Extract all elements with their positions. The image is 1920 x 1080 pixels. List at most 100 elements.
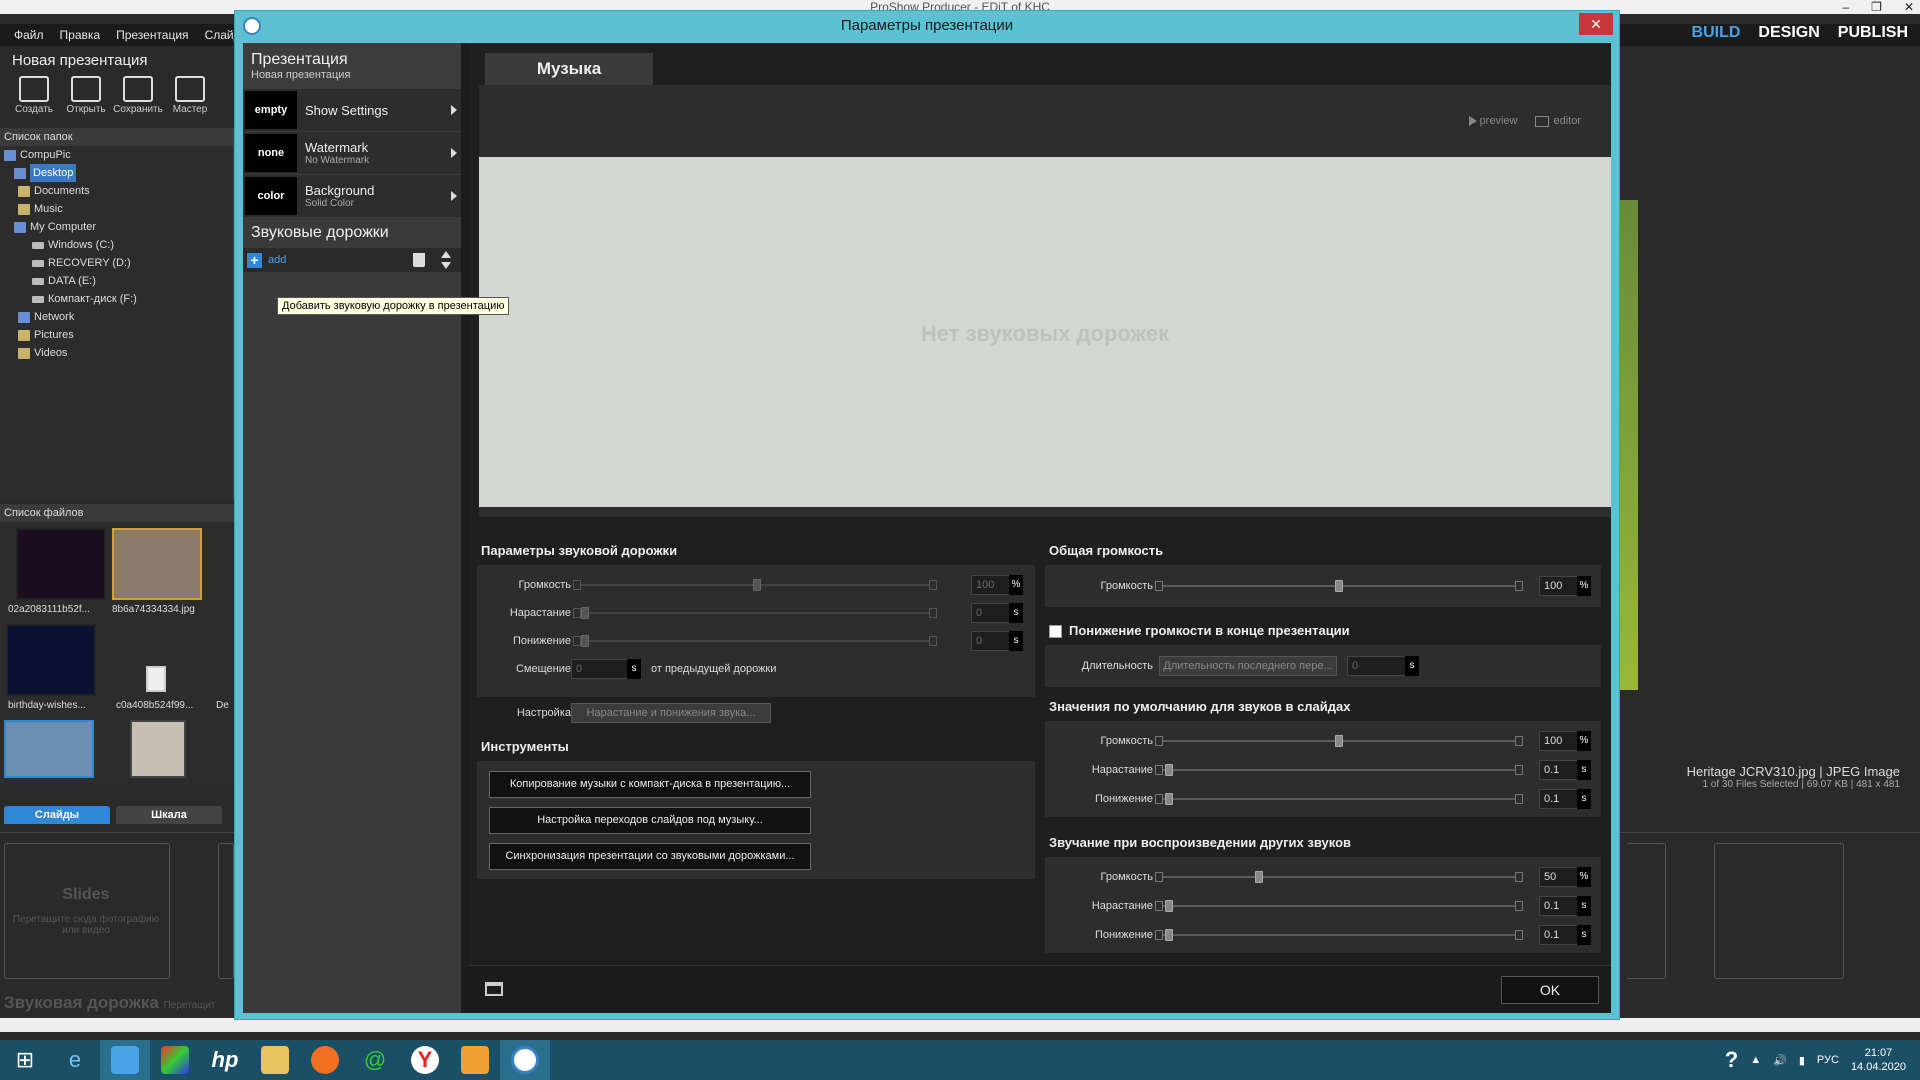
reorder-arrows-icon[interactable] (441, 251, 451, 269)
help-icon[interactable]: ? (1725, 1047, 1738, 1073)
file-explorer-icon[interactable] (250, 1040, 300, 1080)
fade-adjust-button[interactable]: Нарастание и понижения звука... (571, 703, 771, 723)
tray-overflow-icon[interactable]: ▲ (1750, 1054, 1761, 1066)
file-thumbnail[interactable] (16, 528, 106, 600)
drive-f[interactable]: Компакт-диск (F:) (0, 290, 233, 308)
slide-fadeout-slider[interactable] (1155, 793, 1523, 805)
folder-pictures[interactable]: Pictures (0, 326, 233, 344)
folder-music[interactable]: Music (0, 200, 233, 218)
folder-desktop[interactable]: Desktop (0, 164, 233, 182)
menu-show[interactable]: Презентация (116, 28, 189, 42)
sync-show-button[interactable]: Синхронизация презентации со звуковыми д… (489, 843, 811, 870)
slide-fadein-input[interactable]: 0.1 (1539, 760, 1579, 780)
drive-e[interactable]: DATA (E:) (0, 272, 233, 290)
volume-icon[interactable]: 🔊 (1773, 1054, 1787, 1067)
add-audio-track-button[interactable]: add (268, 254, 286, 266)
audio-waveform-area[interactable]: Нет звуковых дорожек (479, 157, 1611, 507)
other-volume-input[interactable]: 50 (1539, 867, 1579, 887)
preview-link[interactable]: preview (1468, 115, 1517, 127)
close-icon[interactable]: ✕ (1904, 0, 1914, 14)
firefox-icon[interactable] (300, 1040, 350, 1080)
fade-end-checkbox[interactable] (1049, 625, 1062, 638)
tab-timeline[interactable]: Шкала (116, 806, 222, 824)
clock[interactable]: 21:07 14.04.2020 (1851, 1046, 1906, 1074)
slide-fadein-slider[interactable] (1155, 764, 1523, 776)
sync-transitions-button[interactable]: Настройка переходов слайдов под музыку..… (489, 807, 811, 834)
slide-fadeout-input[interactable]: 0.1 (1539, 789, 1579, 809)
other-fadeout-slider[interactable] (1155, 929, 1523, 941)
editor-link[interactable]: editor (1535, 115, 1581, 127)
other-fadein-input[interactable]: 0.1 (1539, 896, 1579, 916)
drive-d[interactable]: RECOVERY (D:) (0, 254, 233, 272)
menu-file[interactable]: Файл (14, 28, 44, 42)
tab-slides[interactable]: Слайды (4, 806, 110, 824)
proshow-taskbar-icon[interactable] (500, 1040, 550, 1080)
slide-drop-zone[interactable]: Slides Перетащите сюда фотографию или ви… (4, 843, 170, 979)
add-icon[interactable]: + (247, 252, 262, 268)
file-thumbnail[interactable] (6, 624, 96, 696)
track-volume-slider[interactable] (573, 579, 937, 591)
wizard-button[interactable]: Мастер (168, 76, 212, 128)
minimize-icon[interactable]: – (1842, 0, 1849, 14)
trash-icon[interactable] (413, 253, 425, 267)
file-thumbnail[interactable] (4, 720, 94, 778)
taskbar-app-icon[interactable] (150, 1040, 200, 1080)
start-windows-icon[interactable]: ⊞ (0, 1040, 50, 1080)
mode-design[interactable]: DESIGN (1758, 24, 1819, 42)
track-fadein-input[interactable]: 0 (971, 603, 1011, 623)
hp-icon[interactable]: hp (200, 1040, 250, 1080)
folder-icon (18, 347, 30, 359)
track-volume-input[interactable]: 100 (971, 575, 1011, 595)
sidebar-item-background[interactable]: color Background Solid Color (243, 175, 461, 217)
window-mode-icon[interactable] (485, 982, 503, 996)
drive-c[interactable]: Windows (C:) (0, 236, 233, 254)
slide-volume-input[interactable]: 100 (1539, 731, 1579, 751)
track-fadein-slider[interactable] (573, 607, 937, 619)
mp3-file-icon[interactable] (146, 666, 166, 692)
mail-icon[interactable]: @ (350, 1040, 400, 1080)
folder-documents[interactable]: Documents (0, 182, 233, 200)
folder-my-computer[interactable]: My Computer (0, 218, 233, 236)
restore-icon[interactable]: ❐ (1871, 0, 1882, 14)
slide-slot[interactable] (1626, 843, 1666, 979)
mode-publish[interactable]: PUBLISH (1838, 24, 1908, 42)
menu-edit[interactable]: Правка (60, 28, 101, 42)
master-volume-slider[interactable] (1155, 580, 1523, 592)
save-button[interactable]: Сохранить (113, 76, 163, 128)
network-signal-icon[interactable]: ▮ (1799, 1054, 1805, 1067)
folder-compupic[interactable]: CompuPic (0, 146, 233, 164)
master-volume-input[interactable]: 100 (1539, 576, 1579, 596)
track-fadeout-slider[interactable] (573, 635, 937, 647)
track-offset-input[interactable]: 0 (571, 659, 629, 679)
sidebar-presentation-header[interactable]: Презентация Новая презентация (243, 43, 461, 89)
file-thumbnail[interactable] (112, 528, 202, 600)
sidebar-item-watermark[interactable]: none Watermark No Watermark (243, 132, 461, 174)
fade-end-duration-button[interactable]: Длительность последнего пере... (1159, 656, 1337, 676)
audio-track-lane[interactable]: Звуковая дорожка Перетащит (4, 993, 216, 1013)
mode-build[interactable]: BUILD (1692, 24, 1741, 42)
other-fadein-slider[interactable] (1155, 900, 1523, 912)
other-fadeout-input[interactable]: 0.1 (1539, 925, 1579, 945)
keyboard-language[interactable]: РУС (1817, 1054, 1839, 1066)
ok-button[interactable]: OK (1501, 976, 1599, 1004)
media-player-icon[interactable] (450, 1040, 500, 1080)
other-volume-slider[interactable] (1155, 871, 1523, 883)
tab-music[interactable]: Музыка (485, 53, 653, 85)
slide-slot[interactable] (1714, 843, 1844, 979)
folder-videos[interactable]: Videos (0, 344, 233, 362)
horizontal-scrollbar[interactable] (0, 1018, 1920, 1032)
fade-end-duration-input[interactable]: 0 (1347, 656, 1407, 676)
open-button[interactable]: Открыть (64, 76, 108, 128)
folder-network[interactable]: Network (0, 308, 233, 326)
yandex-browser-icon[interactable]: Y (400, 1040, 450, 1080)
slide-slot[interactable] (218, 843, 234, 979)
track-fadeout-input[interactable]: 0 (971, 631, 1011, 651)
sidebar-item-show-settings[interactable]: empty Show Settings (243, 89, 461, 131)
dialog-close-button[interactable]: ✕ (1579, 13, 1613, 35)
slide-volume-slider[interactable] (1155, 735, 1523, 747)
create-button[interactable]: Создать (12, 76, 56, 128)
file-thumbnail[interactable] (130, 720, 186, 778)
internet-explorer-icon[interactable]: e (50, 1040, 100, 1080)
taskbar-app-icon[interactable] (100, 1040, 150, 1080)
copy-cd-music-button[interactable]: Копирование музыки с компакт-диска в пре… (489, 771, 811, 798)
